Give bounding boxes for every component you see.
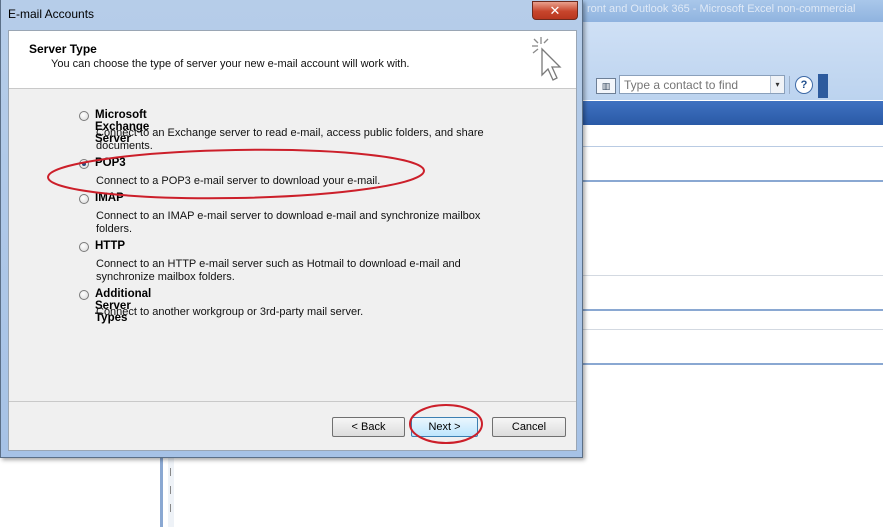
background-divider [583, 309, 883, 311]
option-label-pop3[interactable]: POP3 [95, 157, 126, 169]
background-pane-border [160, 455, 163, 527]
option-label-imap[interactable]: IMAP [95, 192, 124, 204]
address-book-icon[interactable]: ▥ [596, 78, 616, 94]
close-button[interactable]: ✕ [532, 1, 578, 20]
ruler-tick [170, 468, 171, 476]
option-desc-imap: Connect to an IMAP e-mail server to down… [96, 210, 481, 235]
back-button[interactable]: < Back [332, 417, 405, 437]
radio-pop3[interactable] [79, 159, 89, 169]
header-title: Server Type [29, 42, 97, 56]
chevron-down-icon[interactable]: ▾ [770, 76, 784, 93]
background-divider [583, 180, 883, 182]
email-accounts-dialog: E-mail Accounts ✕ Server Type You can ch… [0, 0, 583, 458]
wizard-cursor-icon [532, 37, 562, 81]
background-title: ront and Outlook 365 - Microsoft Excel n… [587, 3, 856, 15]
wizard-header: Server Type You can choose the type of s… [9, 31, 576, 89]
option-label-http[interactable]: HTTP [95, 240, 125, 252]
option-desc-additional: Connect to another workgroup or 3rd-part… [96, 306, 364, 318]
cancel-button[interactable]: Cancel [492, 417, 566, 437]
contact-search-box[interactable]: ▾ [619, 75, 785, 94]
next-button[interactable]: Next > [411, 417, 478, 437]
option-desc-pop3: Connect to a POP3 e-mail server to downl… [96, 175, 381, 187]
help-icon[interactable]: ? [795, 76, 813, 94]
option-desc-http: Connect to an HTTP e-mail server such as… [96, 258, 461, 283]
dialog-client-area: Server Type You can choose the type of s… [8, 30, 577, 451]
background-divider [583, 363, 883, 365]
toolbar-options-handle[interactable] [818, 74, 828, 98]
background-divider [583, 146, 883, 147]
toolbar-separator [789, 76, 790, 94]
radio-imap[interactable] [79, 194, 89, 204]
dialog-title: E-mail Accounts [8, 7, 95, 21]
header-subtitle: You can choose the type of server your n… [51, 58, 410, 70]
radio-additional[interactable] [79, 290, 89, 300]
radio-http[interactable] [79, 242, 89, 252]
background-pane-ruler [168, 455, 174, 527]
option-desc-exchange: Connect to an Exchange server to read e-… [96, 127, 484, 152]
background-nav-band [583, 101, 883, 125]
button-area-divider [9, 401, 576, 402]
background-divider [583, 275, 883, 276]
contact-search-input[interactable] [622, 77, 774, 92]
ruler-tick [170, 504, 171, 512]
background-divider [583, 329, 883, 330]
ruler-tick [170, 486, 171, 494]
radio-exchange[interactable] [79, 111, 89, 121]
